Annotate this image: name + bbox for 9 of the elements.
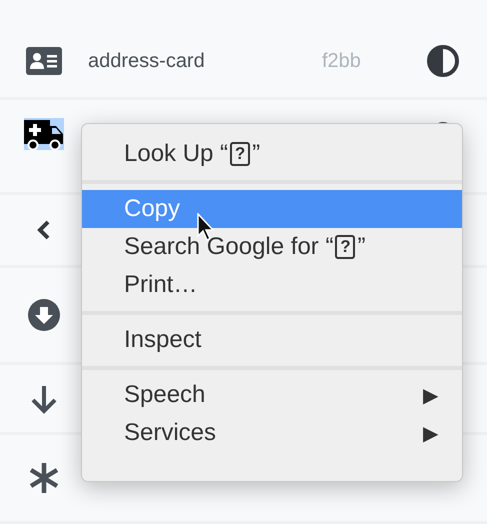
menu-item[interactable]: Search Google for “ ? ” — [82, 228, 462, 266]
menu-item[interactable]: Services ▶ — [82, 414, 462, 452]
icon-name: address-card — [88, 50, 206, 72]
menu-item[interactable]: Inspect — [82, 321, 462, 359]
menu-item[interactable]: Print… — [82, 266, 462, 304]
unicode-value: f2bb — [322, 50, 362, 72]
menu-item[interactable]: Look Up “ ? ” — [82, 135, 462, 173]
contrast-icon — [427, 45, 459, 77]
menu-item[interactable]: Speech ▶ — [82, 376, 462, 414]
